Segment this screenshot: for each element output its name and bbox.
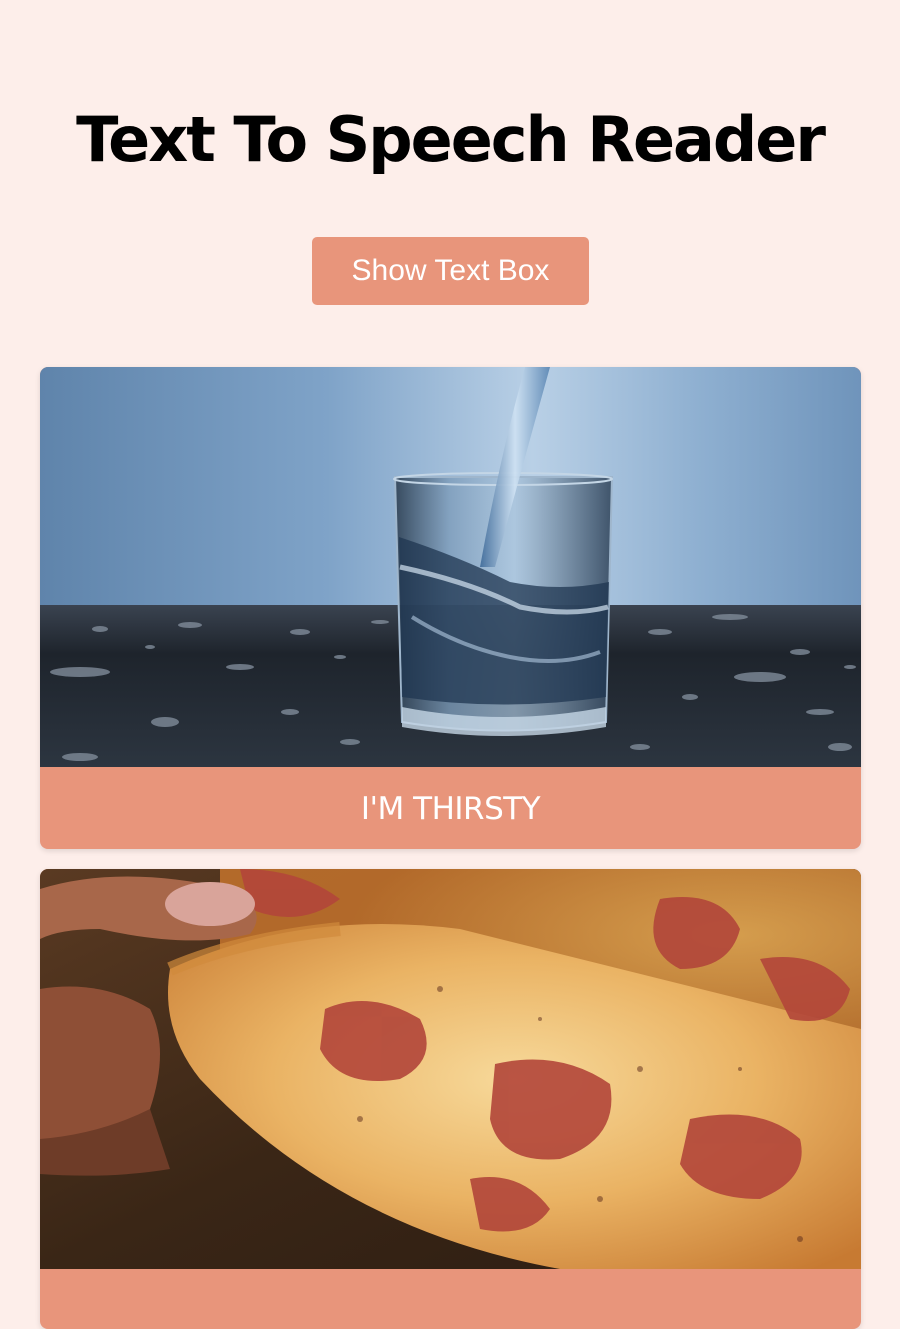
card-label: I'M THIRSTY xyxy=(360,791,541,827)
speech-card-thirsty[interactable]: I'M THIRSTY xyxy=(40,367,861,849)
show-text-box-button[interactable]: Show Text Box xyxy=(312,237,589,305)
page-title: Text To Speech Reader xyxy=(76,103,826,176)
pizza-slice-image xyxy=(40,869,861,1269)
card-label xyxy=(40,1269,861,1329)
glass-of-water-image xyxy=(40,367,861,767)
speech-card-pizza[interactable] xyxy=(40,869,861,1329)
